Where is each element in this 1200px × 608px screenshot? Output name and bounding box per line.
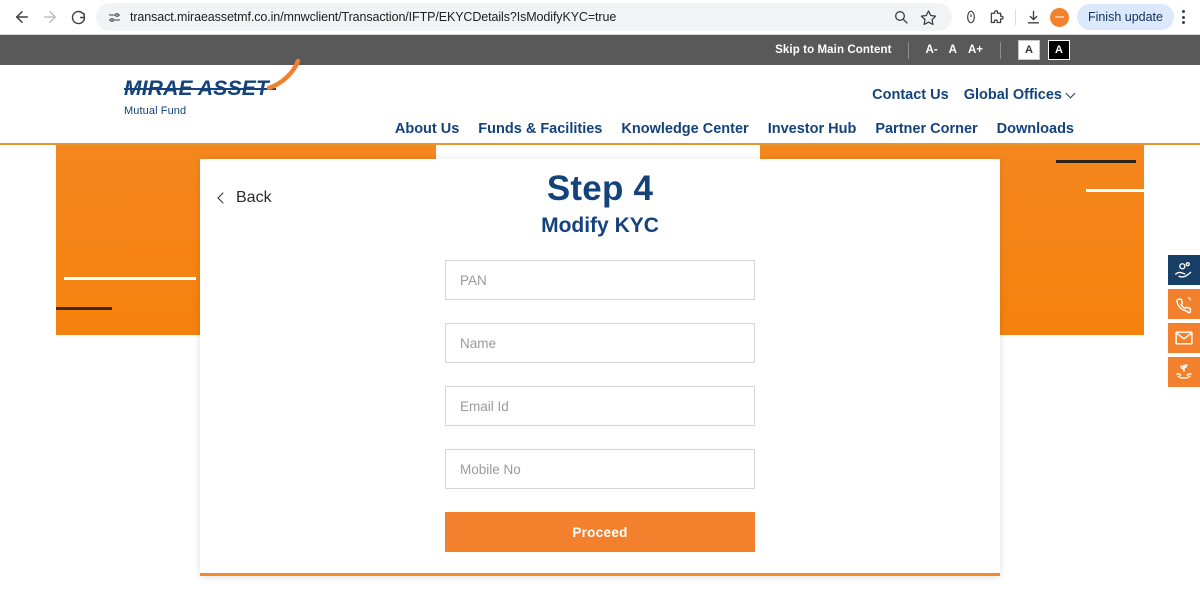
toolbar-divider [1014,9,1016,25]
star-bookmark-icon[interactable] [916,4,942,30]
kebab-menu-icon[interactable] [1174,4,1192,30]
font-normal-button[interactable]: A [949,44,957,56]
floating-side-rail [1168,255,1200,387]
downloads-icon[interactable] [1021,4,1047,30]
extensions-puzzle-icon[interactable] [984,4,1010,30]
skip-to-main-content-link[interactable]: Skip to Main Content [775,44,891,56]
email-envelope-icon[interactable] [1168,323,1200,353]
proceed-button[interactable]: Proceed [445,512,755,552]
address-bar[interactable]: transact.miraeassetmf.co.in/mnwclient/Tr… [96,3,952,31]
chevron-left-icon [217,192,229,204]
decor-line-dark-right [1056,160,1136,163]
finish-update-button[interactable]: Finish update [1076,4,1174,30]
pan-input[interactable] [445,260,755,300]
nav-item-knowledge-center[interactable]: Knowledge Center [621,121,748,137]
modify-kyc-card: Back Step 4 Modify KYC Proceed [200,159,1000,576]
nav-item-investor-hub[interactable]: Investor Hub [768,121,857,137]
browser-toolbar: transact.miraeassetmf.co.in/mnwclient/Tr… [0,0,1200,34]
font-increase-button[interactable]: A+ [968,44,983,56]
forward-arrow-icon[interactable] [36,3,64,31]
nav-item-about-us[interactable]: About Us [395,121,459,137]
name-input[interactable] [445,323,755,363]
site-header: MIRAE ASSET Mutual Fund Contact Us Globa… [0,58,1200,145]
nav-item-downloads[interactable]: Downloads [997,121,1074,137]
divider [907,41,909,59]
kyc-form: Proceed [445,260,755,552]
header-utility-links: Contact Us Global Offices [872,87,1076,103]
invest-hand-coins-icon[interactable] [1168,255,1200,285]
reload-icon[interactable] [64,3,92,31]
page-title: Step 4 [546,169,654,208]
contrast-controls: A A [1018,40,1070,60]
mobile-input[interactable] [445,449,755,489]
main-navigation: About Us Funds & Facilities Knowledge Ce… [395,121,1074,137]
divider [1000,41,1001,59]
contrast-dark-button[interactable]: A [1048,40,1070,60]
page-subtitle: Modify KYC [541,214,659,237]
page-body: Back Step 4 Modify KYC Proceed [0,145,1200,608]
header-link-contact-us[interactable]: Contact Us [872,87,949,103]
nav-item-funds-facilities[interactable]: Funds & Facilities [478,121,602,137]
email-input[interactable] [445,386,755,426]
chevron-down-icon [1065,88,1076,99]
decor-line-white-right [1086,189,1144,192]
font-decrease-button[interactable]: A- [926,44,938,56]
back-label: Back [236,189,272,206]
accessibility-bar: Skip to Main Content A- A A+ A A [0,35,1200,65]
logo-subtitle: Mutual Fund [124,105,187,117]
search-icon[interactable] [888,4,914,30]
phone-call-icon[interactable] [1168,289,1200,319]
mirae-asset-logo[interactable]: MIRAE ASSET Mutual Fund [124,58,301,117]
url-text: transact.miraeassetmf.co.in/mnwclient/Tr… [130,10,617,24]
decor-line-white-left [64,277,196,280]
contrast-light-button[interactable]: A [1018,40,1040,60]
hand-plant-growth-icon[interactable] [1168,357,1200,387]
nav-item-partner-corner[interactable]: Partner Corner [875,121,977,137]
logo-strike-line [124,88,276,91]
back-button[interactable]: Back [217,189,272,207]
profile-avatar-icon[interactable] [1047,4,1073,30]
font-size-controls: A- A A+ [926,44,983,56]
logo-wordmark: MIRAE ASSET [124,58,301,101]
password-key-icon[interactable] [958,4,984,30]
site-settings-tune-icon[interactable] [104,7,124,27]
header-link-global-offices[interactable]: Global Offices [964,87,1076,103]
back-arrow-icon[interactable] [8,3,36,31]
logo-swoosh-icon [266,58,301,91]
decor-line-dark-left [56,307,112,310]
